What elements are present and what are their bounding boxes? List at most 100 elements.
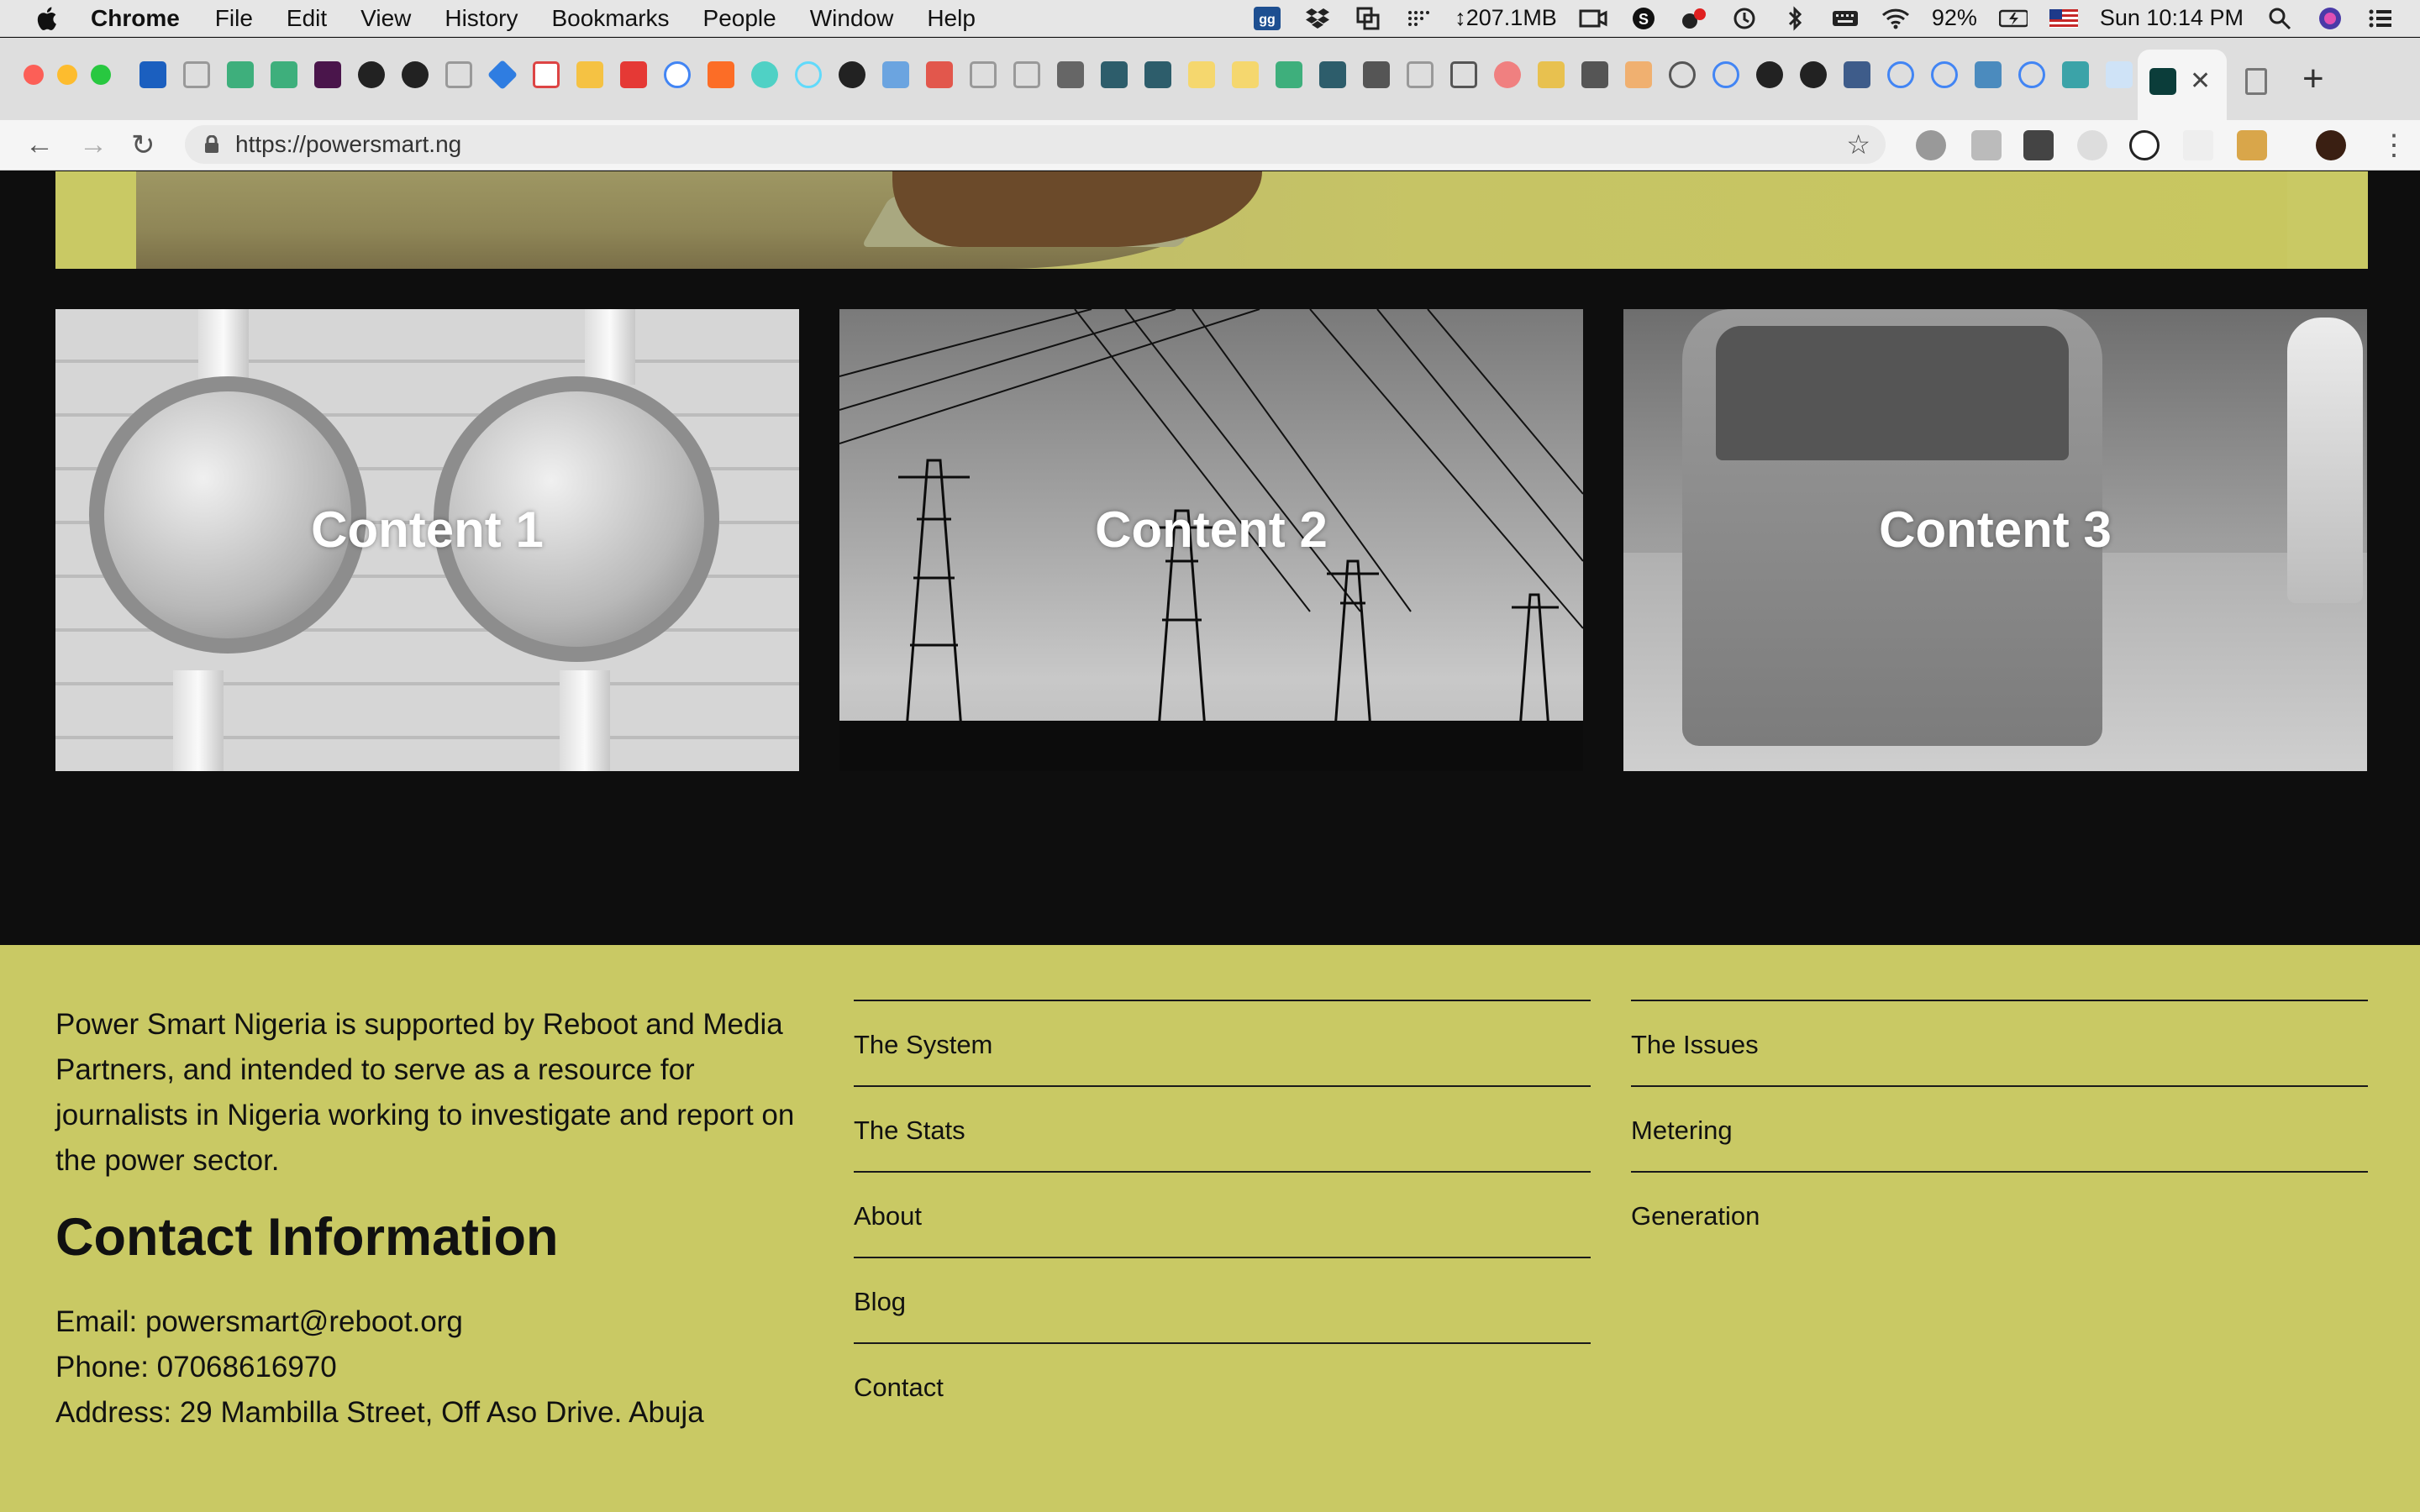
gg-icon[interactable]: gg xyxy=(1253,6,1281,31)
footer-link-the-stats[interactable]: The Stats xyxy=(854,1085,1591,1171)
tab-favicon[interactable] xyxy=(1887,61,1914,88)
tab-favicon[interactable] xyxy=(1188,61,1215,88)
tab-favicon[interactable] xyxy=(1232,61,1259,88)
tab-favicon[interactable] xyxy=(708,61,734,88)
extension-icon[interactable] xyxy=(2183,130,2213,160)
copy-icon[interactable] xyxy=(1354,6,1382,31)
tab-favicon[interactable] xyxy=(1581,61,1608,88)
tab-favicon[interactable] xyxy=(664,61,691,88)
extension-icon[interactable] xyxy=(2023,130,2054,160)
extension-icon[interactable] xyxy=(1971,130,2002,160)
menu-help[interactable]: Help xyxy=(927,5,976,32)
tab-favicon[interactable] xyxy=(1669,61,1696,88)
extension-icon[interactable] xyxy=(2237,130,2267,160)
url-text[interactable]: https://powersmart.ng xyxy=(235,131,461,158)
tab-favicon[interactable] xyxy=(970,61,997,88)
tab-favicon[interactable] xyxy=(751,61,778,88)
menu-edit[interactable]: Edit xyxy=(287,5,327,32)
tab-favicon[interactable] xyxy=(1013,61,1040,88)
footer-link-blog[interactable]: Blog xyxy=(854,1257,1591,1342)
menu-history[interactable]: History xyxy=(445,5,518,32)
menu-app-chrome[interactable]: Chrome xyxy=(91,5,180,32)
tab-favicon[interactable] xyxy=(1363,61,1390,88)
footer-link-metering[interactable]: Metering xyxy=(1631,1085,2368,1171)
bluetooth-icon[interactable] xyxy=(1781,5,1809,31)
active-tab[interactable]: ✕ xyxy=(2138,50,2227,120)
tab-favicon[interactable] xyxy=(314,61,341,88)
tab-favicon[interactable] xyxy=(402,61,429,88)
tab-favicon[interactable] xyxy=(1057,61,1084,88)
keyboard-icon[interactable] xyxy=(1831,6,1860,31)
contact-email[interactable]: Email: powersmart@reboot.org xyxy=(55,1299,704,1345)
tab-favicon[interactable] xyxy=(1625,61,1652,88)
wifi-icon[interactable] xyxy=(1881,6,1910,31)
activity-icon[interactable] xyxy=(1404,6,1433,31)
close-window-button[interactable] xyxy=(24,65,44,85)
extension-icon[interactable] xyxy=(1916,130,1946,160)
footer-link-contact[interactable]: Contact xyxy=(854,1342,1591,1428)
tab-favicon[interactable] xyxy=(1975,61,2002,88)
tab-favicon[interactable] xyxy=(227,61,254,88)
tab-favicon[interactable] xyxy=(358,61,385,88)
forward-icon[interactable]: → xyxy=(79,129,108,161)
tab-favicon[interactable] xyxy=(1756,61,1783,88)
tab-favicon[interactable] xyxy=(271,61,297,88)
us-flag-icon[interactable] xyxy=(2049,6,2078,31)
tab-favicon[interactable] xyxy=(1450,61,1477,88)
dropbox-icon[interactable] xyxy=(1303,6,1332,31)
tab-favicon[interactable] xyxy=(1538,61,1565,88)
skype-icon[interactable]: S xyxy=(1629,6,1658,31)
menu-people[interactable]: People xyxy=(703,5,776,32)
contact-phone[interactable]: Phone: 07068616970 xyxy=(55,1345,704,1390)
card-caption[interactable]: Content 1 xyxy=(55,501,799,559)
clock[interactable]: Sun 10:14 PM xyxy=(2100,5,2244,31)
menu-bookmarks[interactable]: Bookmarks xyxy=(551,5,669,32)
recording-icon[interactable] xyxy=(1680,6,1708,31)
tab-favicon[interactable] xyxy=(620,61,647,88)
tab-favicon[interactable] xyxy=(139,61,166,88)
footer-link-generation[interactable]: Generation xyxy=(1631,1171,2368,1257)
time-machine-icon[interactable] xyxy=(1730,6,1759,31)
tab-favicon[interactable] xyxy=(1276,61,1302,88)
menu-view[interactable]: View xyxy=(360,5,411,32)
footer-link-the-system[interactable]: The System xyxy=(854,1000,1591,1085)
tab-favicon[interactable] xyxy=(2062,61,2089,88)
tab-favicon[interactable] xyxy=(795,61,822,88)
clock-extension-icon[interactable] xyxy=(2129,130,2160,160)
reload-icon[interactable]: ↻ xyxy=(131,129,155,162)
tab-favicon[interactable] xyxy=(487,59,518,91)
footer-link-about[interactable]: About xyxy=(854,1171,1591,1257)
tab-favicon[interactable] xyxy=(576,61,603,88)
star-icon[interactable]: ☆ xyxy=(1846,129,1870,160)
tab-favicon[interactable] xyxy=(2106,61,2133,88)
footer-link-the-issues[interactable]: The Issues xyxy=(1631,1000,2368,1085)
blank-page-icon[interactable] xyxy=(2245,68,2267,95)
tab-favicon[interactable] xyxy=(2018,61,2045,88)
camera-icon[interactable] xyxy=(1579,6,1607,31)
tab-favicon[interactable] xyxy=(1712,61,1739,88)
apple-icon[interactable] xyxy=(34,4,62,33)
battery-icon[interactable] xyxy=(1998,6,2028,31)
minimize-window-button[interactable] xyxy=(57,65,77,85)
tab-favicon[interactable] xyxy=(1101,61,1128,88)
tab-favicon[interactable] xyxy=(1144,61,1171,88)
tab-favicon[interactable] xyxy=(1494,61,1521,88)
avatar[interactable] xyxy=(2316,130,2346,160)
new-tab-icon[interactable]: + xyxy=(2302,58,2324,100)
tab-favicon[interactable] xyxy=(1407,61,1434,88)
tab-favicon[interactable] xyxy=(1319,61,1346,88)
menu-window[interactable]: Window xyxy=(810,5,894,32)
card-caption[interactable]: Content 3 xyxy=(1623,501,2367,559)
menu-file[interactable]: File xyxy=(215,5,253,32)
card-caption[interactable]: Content 2 xyxy=(839,501,1583,559)
tab-favicon[interactable] xyxy=(882,61,909,88)
tab-favicon[interactable] xyxy=(533,61,560,88)
notification-center-icon[interactable] xyxy=(2366,6,2395,31)
tab-favicon[interactable] xyxy=(445,61,472,88)
content-card-2[interactable]: Content 2 xyxy=(839,309,1583,771)
tab-favicon[interactable] xyxy=(839,61,865,88)
tab-favicon[interactable] xyxy=(1844,61,1870,88)
content-card-1[interactable]: Content 1 xyxy=(55,309,799,771)
siri-icon[interactable] xyxy=(2316,6,2344,31)
menu-icon[interactable]: ⋮ xyxy=(2380,129,2408,162)
